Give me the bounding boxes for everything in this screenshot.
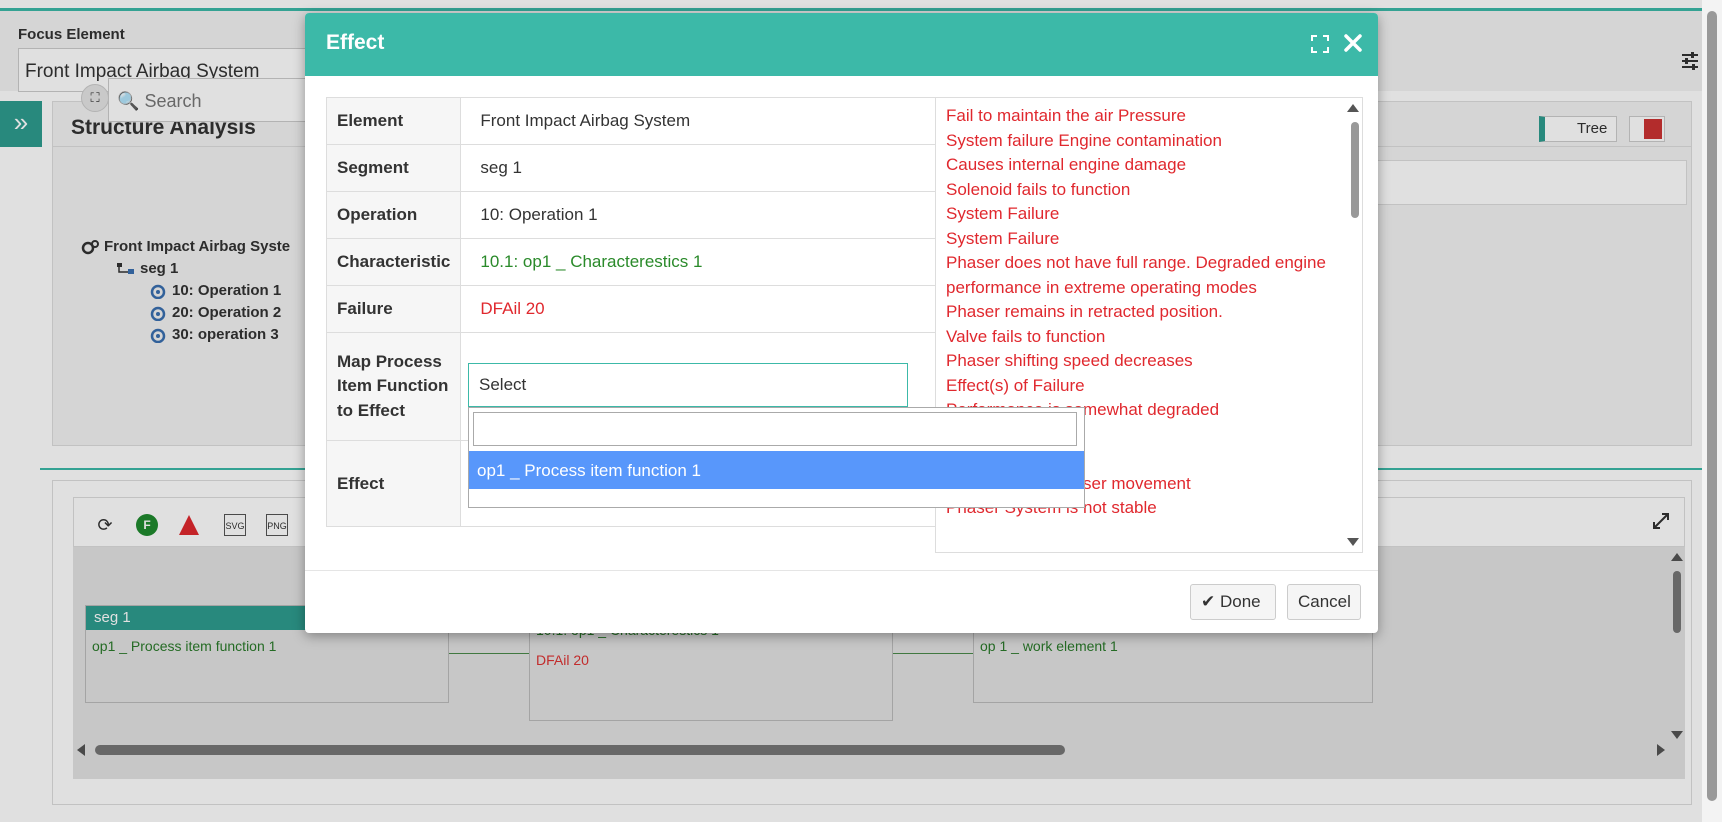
segment-label: Segment [325, 144, 462, 192]
effect-option[interactable]: Phaser shifting speed decreases [946, 349, 1346, 374]
done-button[interactable]: ✔ Done [1190, 584, 1276, 620]
page-scroll-thumb[interactable] [1707, 11, 1717, 801]
map-function-label: Map Process Item Function to Effect [325, 332, 462, 441]
effect-option[interactable]: Effect(s) of Failure [946, 374, 1346, 399]
effect-option[interactable]: Fail to maintain the air Pressure [946, 104, 1346, 129]
effect-option[interactable]: System Failure [946, 202, 1346, 227]
dialog-header: Effect [305, 13, 1378, 76]
characteristic-label: Characteristic [325, 238, 462, 286]
element-value: Front Impact Airbag System [460, 97, 936, 145]
segment-value: seg 1 [460, 144, 936, 192]
operation-value: 10: Operation 1 [460, 191, 936, 239]
failure-value: DFAil 20 [460, 285, 936, 333]
dialog-title: Effect [326, 31, 385, 54]
maximize-icon[interactable] [1311, 35, 1329, 53]
map-function-select[interactable]: Select [468, 363, 908, 407]
effect-option[interactable]: System Failure [946, 227, 1346, 252]
cancel-button[interactable]: Cancel [1287, 584, 1361, 620]
close-icon[interactable] [1343, 33, 1363, 53]
dropdown-option-highlighted[interactable]: op1 _ Process item function 1 [469, 451, 1084, 489]
operation-label: Operation [325, 191, 462, 239]
page-scrollbar[interactable] [1702, 0, 1722, 822]
scroll-up-arrow[interactable] [1347, 104, 1359, 112]
effect-dialog: Effect Element Front Impact Airbag Syste… [305, 13, 1378, 633]
effect-option[interactable]: Causes internal engine damage [946, 153, 1346, 178]
dropdown-search-input[interactable] [473, 412, 1077, 446]
scroll-down-arrow[interactable] [1347, 538, 1359, 546]
element-label: Element [325, 97, 462, 145]
effects-scrollbar[interactable] [1346, 98, 1362, 552]
effect-option[interactable]: Phaser does not have full range. Degrade… [946, 251, 1346, 300]
characteristic-value: 10.1: op1 _ Characterestics 1 [460, 238, 936, 286]
effect-label: Effect [325, 440, 462, 527]
effect-option[interactable]: Solenoid fails to function [946, 178, 1346, 203]
scroll-thumb[interactable] [1351, 122, 1359, 218]
failure-label: Failure [325, 285, 462, 333]
effect-option[interactable]: Valve fails to function [946, 325, 1346, 350]
dialog-footer: ✔ Done Cancel [305, 570, 1378, 633]
done-button-label: Done [1219, 592, 1261, 611]
check-icon: ✔ [1201, 592, 1216, 611]
map-function-dropdown: op1 _ Process item function 1 [468, 407, 1085, 508]
effect-option[interactable]: System failure Engine contamination [946, 129, 1346, 154]
effect-option[interactable]: Phaser remains in retracted position. [946, 300, 1346, 325]
